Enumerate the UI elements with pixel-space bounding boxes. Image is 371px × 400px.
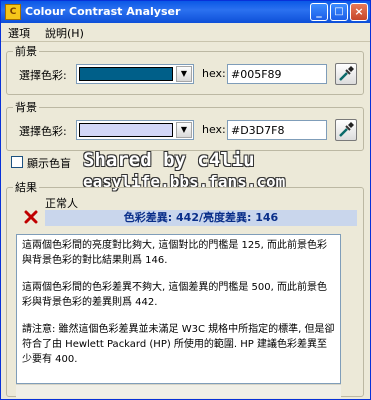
result-category-label: 正常人: [45, 197, 78, 210]
fail-x-icon: [24, 210, 38, 224]
background-hex-label: hex:: [202, 123, 226, 136]
close-button[interactable]: ×: [350, 3, 368, 21]
foreground-color-dropdown[interactable]: ▼: [76, 64, 194, 84]
eyedropper-icon: [339, 122, 354, 137]
menu-options[interactable]: 選項: [8, 25, 30, 41]
maximize-button[interactable]: □: [330, 3, 348, 21]
menu-help[interactable]: 說明(H): [45, 25, 84, 41]
foreground-hex-label: hex:: [202, 67, 226, 80]
eyedropper-icon: [339, 66, 354, 81]
horizontal-scrollbar[interactable]: [16, 384, 341, 398]
title-bar[interactable]: C Colour Contrast Analyser _ □ ×: [1, 1, 370, 23]
foreground-select-label: 選擇色彩:: [19, 69, 67, 82]
chevron-down-icon[interactable]: ▼: [176, 66, 192, 82]
result-legend: 結果: [15, 181, 37, 194]
result-paragraph-2: 這兩個色彩間的色彩差異不夠大, 這個差異的門檻是 500, 而此前景色彩與背景色…: [22, 282, 327, 308]
watermark-line-1: Shared by c4liu: [83, 149, 255, 171]
result-paragraph-1: 這兩個色彩間的亮度對比夠大, 這個對比的門檻是 125, 而此前景色彩與背景色彩…: [22, 240, 327, 266]
menu-help-label: 說明: [45, 27, 67, 40]
show-colorblind-label: 顯示色盲: [27, 157, 71, 170]
minimize-button[interactable]: _: [310, 3, 328, 21]
result-summary-bar: 色彩差異: 442/亮度差異: 146: [45, 210, 357, 226]
menu-bar: 選項 說明(H): [1, 23, 370, 42]
background-color-dropdown[interactable]: ▼: [76, 120, 194, 140]
foreground-legend: 前景: [15, 45, 37, 58]
background-select-label: 選擇色彩:: [19, 125, 67, 138]
menu-help-key: (H): [67, 27, 84, 40]
result-details-text[interactable]: 這兩個色彩間的亮度對比夠大, 這個對比的門檻是 125, 而此前景色彩與背景色彩…: [16, 234, 341, 384]
background-swatch: [79, 123, 173, 137]
window-title: Colour Contrast Analyser: [25, 5, 181, 18]
app-window: C Colour Contrast Analyser _ □ × 選項 說明(H…: [0, 0, 371, 400]
chevron-down-icon[interactable]: ▼: [176, 122, 192, 138]
background-legend: 背景: [15, 101, 37, 114]
show-colorblind-checkbox[interactable]: [11, 156, 23, 168]
foreground-swatch: [79, 67, 173, 81]
app-icon: C: [5, 4, 21, 20]
foreground-eyedropper-button[interactable]: [335, 63, 357, 85]
background-eyedropper-button[interactable]: [335, 119, 357, 141]
foreground-hex-input[interactable]: [227, 64, 327, 84]
result-paragraph-3: 請注意: 雖然這個色彩差異並未滿足 W3C 規格中所指定的標準, 但是卻符合了由…: [22, 324, 335, 365]
background-hex-input[interactable]: [227, 120, 327, 140]
